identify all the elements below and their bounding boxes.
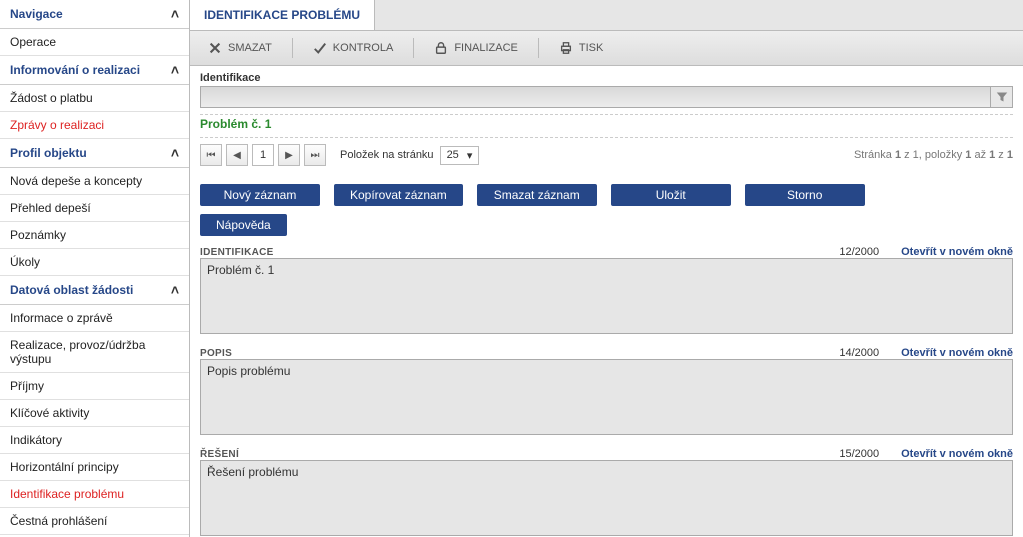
sidebar-section-header[interactable]: Navigace ˄ xyxy=(0,0,189,29)
chevron-first-icon: ⏮ xyxy=(207,150,216,161)
action-row: Nový záznam Kopírovat záznam Smazat zázn… xyxy=(200,184,1013,206)
sidebar-item[interactable]: Žádost o platbu xyxy=(0,85,189,112)
toolbar-tisk[interactable]: TISK xyxy=(549,37,613,59)
per-page: Položek na stránku 25 ▾ xyxy=(340,146,479,165)
cancel-button[interactable]: Storno xyxy=(745,184,865,206)
toolbar-finalizace-label: FINALIZACE xyxy=(454,42,518,54)
field-identifikace-count: 12/2000 xyxy=(839,246,879,258)
sidebar-item[interactable]: Horizontální principy xyxy=(0,454,189,481)
pager-next[interactable]: ▶ xyxy=(278,144,300,166)
main: IDENTIFIKACE PROBLÉMU SMAZAT KONTROLA FI… xyxy=(190,0,1023,537)
textarea-identifikace[interactable] xyxy=(200,258,1013,334)
pager-info: Stránka 1 z 1, položky 1 až 1 z 1 xyxy=(854,149,1013,161)
sidebar-item[interactable]: Informace o zprávě xyxy=(0,305,189,332)
pager-last[interactable]: ⏭ xyxy=(304,144,326,166)
textarea-reseni[interactable] xyxy=(200,460,1013,536)
field-reseni: ŘEŠENÍ 15/2000 Otevřít v novém okně xyxy=(200,448,1013,537)
sidebar-item[interactable]: Indikátory xyxy=(0,427,189,454)
field-reseni-header: ŘEŠENÍ 15/2000 Otevřít v novém okně xyxy=(200,448,1013,460)
per-page-select[interactable]: 25 ▾ xyxy=(440,146,480,165)
field-identifikace-open-link[interactable]: Otevřít v novém okně xyxy=(901,246,1013,258)
textarea-popis[interactable] xyxy=(200,359,1013,435)
sidebar-item[interactable]: Úkoly xyxy=(0,249,189,276)
per-page-label: Položek na stránku xyxy=(340,149,434,161)
chevron-up-icon: ˄ xyxy=(171,62,179,78)
toolbar-finalizace[interactable]: FINALIZACE xyxy=(424,37,528,59)
sidebar-item[interactable]: Nová depeše a koncepty xyxy=(0,168,189,195)
sidebar-item[interactable]: Operace xyxy=(0,29,189,56)
sidebar-item[interactable]: Zprávy o realizaci xyxy=(0,112,189,139)
sidebar-item[interactable]: Poznámky xyxy=(0,222,189,249)
toolbar-smazat-label: SMAZAT xyxy=(228,42,272,54)
field-popis-count: 14/2000 xyxy=(839,347,879,359)
field-reseni-label: ŘEŠENÍ xyxy=(200,449,239,460)
per-page-value: 25 xyxy=(447,149,459,161)
field-identifikace-header: IDENTIFIKACE 12/2000 Otevřít v novém okn… xyxy=(200,246,1013,258)
lock-icon xyxy=(434,41,448,55)
toolbar-kontrola-label: KONTROLA xyxy=(333,42,394,54)
field-popis-label: POPIS xyxy=(200,348,232,359)
toolbar-separator xyxy=(538,38,539,58)
sidebar-section-title: Informování o realizaci xyxy=(10,63,140,77)
sidebar-item[interactable]: Identifikace problému xyxy=(0,481,189,508)
sidebar-item[interactable]: Příjmy xyxy=(0,373,189,400)
toolbar-separator xyxy=(413,38,414,58)
field-reseni-open-link[interactable]: Otevřít v novém okně xyxy=(901,448,1013,460)
toolbar-separator xyxy=(292,38,293,58)
toolbar: SMAZAT KONTROLA FINALIZACE TISK xyxy=(190,31,1023,66)
toolbar-tisk-label: TISK xyxy=(579,42,603,54)
pager-first[interactable]: ⏮ xyxy=(200,144,222,166)
save-button[interactable]: Uložit xyxy=(611,184,731,206)
action-row-2: Nápověda xyxy=(200,214,1013,236)
sidebar-item[interactable]: Klíčové aktivity xyxy=(0,400,189,427)
problem-line: Problém č. 1 xyxy=(200,114,1013,138)
chevron-right-icon: ▶ xyxy=(285,150,293,161)
sidebar-section-title: Datová oblast žádosti xyxy=(10,283,133,297)
toolbar-smazat[interactable]: SMAZAT xyxy=(198,37,282,59)
app-layout: Navigace ˄ Operace Informování o realizaci ˄… xyxy=(0,0,1023,537)
sidebar-section-title: Profil objektu xyxy=(10,146,87,160)
identifikace-label: Identifikace xyxy=(200,66,1013,86)
pager-prev[interactable]: ◀ xyxy=(226,144,248,166)
toolbar-kontrola[interactable]: KONTROLA xyxy=(303,37,404,59)
chevron-up-icon: ˄ xyxy=(171,6,179,22)
field-popis: POPIS 14/2000 Otevřít v novém okně xyxy=(200,347,1013,438)
content: Identifikace Problém č. 1 ⏮ ◀ 1 ▶ ⏭ Polo… xyxy=(190,66,1023,537)
chevron-up-icon: ˄ xyxy=(171,282,179,298)
print-icon xyxy=(559,41,573,55)
delete-record-button[interactable]: Smazat záznam xyxy=(477,184,597,206)
field-popis-header: POPIS 14/2000 Otevřít v novém okně xyxy=(200,347,1013,359)
identifikace-row xyxy=(200,86,1013,108)
chevron-up-icon: ˄ xyxy=(171,145,179,161)
filter-button[interactable] xyxy=(991,86,1013,108)
field-identifikace-label: IDENTIFIKACE xyxy=(200,247,274,258)
sidebar-item[interactable]: Čestná prohlášení xyxy=(0,508,189,535)
field-identifikace: IDENTIFIKACE 12/2000 Otevřít v novém okn… xyxy=(200,246,1013,337)
new-record-button[interactable]: Nový záznam xyxy=(200,184,320,206)
page-tabs: IDENTIFIKACE PROBLÉMU xyxy=(190,0,1023,31)
check-icon xyxy=(313,41,327,55)
sidebar-section-header[interactable]: Datová oblast žádosti ˄ xyxy=(0,276,189,305)
field-popis-open-link[interactable]: Otevřít v novém okně xyxy=(901,347,1013,359)
pager-current: 1 xyxy=(252,144,274,166)
filter-icon xyxy=(996,91,1008,103)
identifikace-input[interactable] xyxy=(200,86,991,108)
sidebar-section-header[interactable]: Profil objektu ˄ xyxy=(0,139,189,168)
sidebar-section-title: Navigace xyxy=(10,7,63,21)
sidebar: Navigace ˄ Operace Informování o realizaci ˄… xyxy=(0,0,190,537)
chevron-down-icon: ▾ xyxy=(467,149,473,162)
delete-icon xyxy=(208,41,222,55)
help-button[interactable]: Nápověda xyxy=(200,214,287,236)
page-tab-identifikace-problemu[interactable]: IDENTIFIKACE PROBLÉMU xyxy=(190,0,375,30)
copy-record-button[interactable]: Kopírovat záznam xyxy=(334,184,463,206)
chevron-last-icon: ⏭ xyxy=(311,150,320,161)
sidebar-item[interactable]: Realizace, provoz/údržba výstupu xyxy=(0,332,189,373)
pager: ⏮ ◀ 1 ▶ ⏭ Položek na stránku 25 ▾ Stránk… xyxy=(200,144,1013,166)
sidebar-item[interactable]: Přehled depeší xyxy=(0,195,189,222)
field-reseni-count: 15/2000 xyxy=(839,448,879,460)
chevron-left-icon: ◀ xyxy=(233,150,241,161)
sidebar-section-header[interactable]: Informování o realizaci ˄ xyxy=(0,56,189,85)
